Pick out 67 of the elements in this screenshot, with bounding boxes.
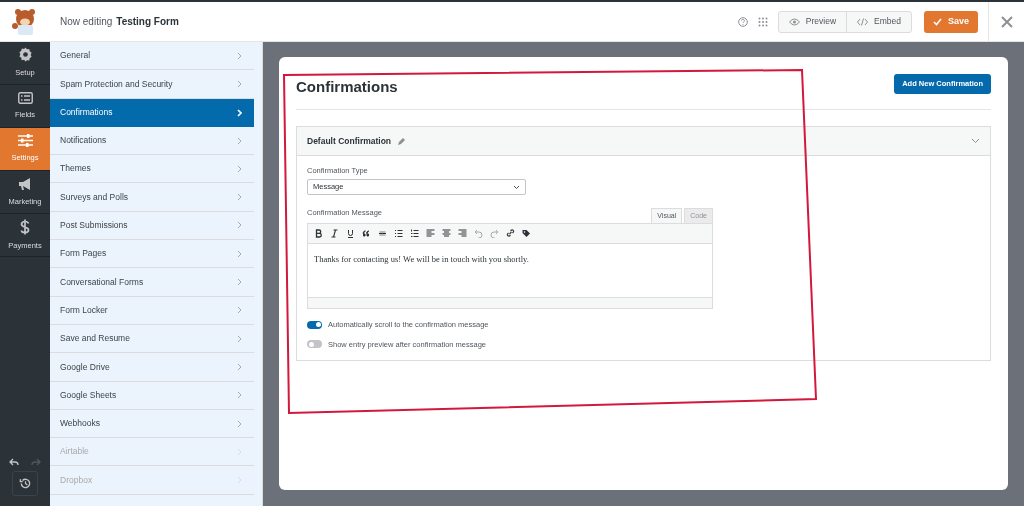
history-icon [18, 477, 32, 490]
check-icon [933, 17, 942, 26]
strikethrough-icon[interactable] [378, 229, 387, 239]
quote-icon[interactable] [362, 229, 371, 239]
tag-icon[interactable] [522, 229, 531, 239]
chevron-right-icon [237, 362, 242, 371]
chevron-right-icon [237, 278, 242, 286]
chevron-down-icon[interactable] [971, 138, 980, 144]
sliders-icon [17, 134, 33, 148]
settings-nav-item[interactable]: Surveys and Polls [50, 183, 254, 212]
chevron-right-icon [237, 419, 242, 428]
chevron-right-icon [237, 79, 242, 88]
code-icon [857, 17, 869, 26]
chevron-down-icon [513, 184, 520, 190]
close-icon[interactable] [1000, 15, 1013, 28]
chevron-right-icon [237, 306, 242, 315]
chevron-right-icon [237, 51, 242, 60]
settings-nav-item[interactable]: Form Pages [50, 240, 254, 269]
numbered-list-icon[interactable] [410, 229, 419, 239]
megaphone-icon [17, 176, 33, 191]
eye-icon [788, 17, 800, 26]
editing-label: Now editing [60, 15, 113, 29]
link-icon[interactable] [506, 229, 515, 239]
align-right-icon[interactable] [458, 229, 467, 239]
settings-nav-item[interactable]: Conversational Forms [50, 268, 254, 297]
chevron-right-icon [237, 447, 242, 456]
toggle-switch[interactable] [307, 340, 322, 349]
bold-icon[interactable] [314, 229, 323, 239]
settings-nav-item[interactable]: Post Submissions [50, 211, 254, 241]
settings-nav-item[interactable]: Google Sheets [50, 381, 254, 410]
grid-icon[interactable] [757, 16, 768, 27]
help-icon[interactable] [737, 16, 748, 27]
form-name: Testing Form [116, 15, 179, 29]
underline-icon[interactable] [346, 229, 355, 239]
chevron-right-icon [237, 108, 242, 117]
chevron-right-icon [237, 136, 242, 145]
chevron-right-icon [237, 476, 242, 485]
align-center-icon[interactable] [442, 229, 451, 239]
page-title: Confirmations [296, 77, 398, 97]
history-button[interactable] [12, 471, 38, 496]
settings-nav-item[interactable]: General [50, 42, 254, 71]
settings-nav-item[interactable]: Confirmations [50, 98, 254, 127]
embed-button[interactable]: Embed [846, 11, 911, 32]
bullet-list-icon[interactable] [394, 229, 403, 239]
dollar-icon [20, 218, 30, 235]
italic-icon[interactable] [330, 229, 339, 239]
settings-nav-item[interactable]: Form Locker [50, 296, 254, 325]
settings-nav-item[interactable]: Themes [50, 155, 254, 184]
align-left-icon[interactable] [426, 229, 435, 239]
chevron-right-icon [237, 391, 242, 400]
undo-icon[interactable] [9, 458, 19, 466]
chevron-right-icon [237, 221, 242, 230]
chevron-right-icon [237, 334, 242, 343]
preview-button[interactable]: Preview [778, 11, 847, 32]
settings-nav-item[interactable]: Spam Protection and Security [50, 70, 254, 99]
chevron-right-icon [237, 164, 242, 173]
toggle-switch[interactable] [307, 320, 322, 329]
settings-nav-item[interactable]: Save and Resume [50, 324, 254, 354]
chevron-right-icon [237, 249, 242, 258]
list-icon [17, 91, 33, 104]
chevron-right-icon [237, 193, 242, 202]
gear-icon [17, 47, 33, 63]
settings-nav-item[interactable]: Webhooks [50, 409, 254, 439]
settings-nav-item[interactable]: Google Drive [50, 353, 254, 382]
pencil-icon[interactable] [397, 136, 407, 146]
panel-title: Default Confirmation [307, 134, 392, 148]
settings-nav-item[interactable]: Notifications [50, 126, 254, 156]
